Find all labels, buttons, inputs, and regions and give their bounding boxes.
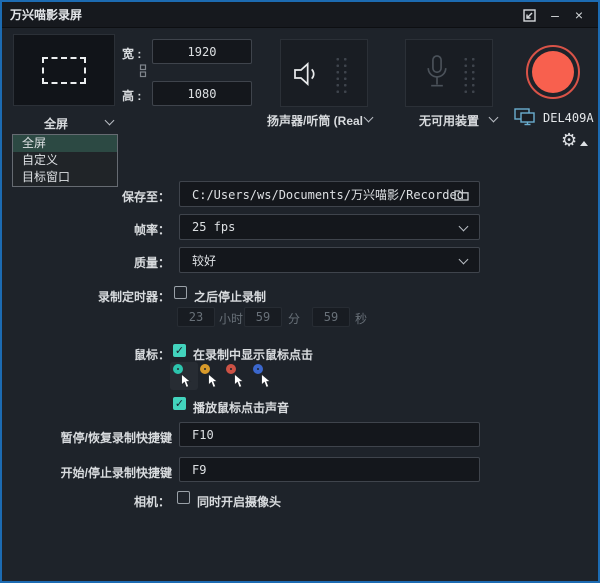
fullscreen-region-icon	[42, 57, 86, 84]
timer-hours-unit: 小时	[219, 310, 243, 327]
microphone-icon	[423, 53, 451, 95]
timer-seconds-input[interactable]: 59	[312, 307, 350, 327]
width-input[interactable]: 1920	[152, 39, 252, 64]
speaker-icon	[291, 59, 323, 89]
record-button[interactable]	[526, 45, 580, 99]
camera-checkbox[interactable]	[177, 491, 190, 504]
collapse-arrow-icon[interactable]	[580, 141, 588, 146]
compact-mode-button[interactable]	[518, 2, 540, 28]
timer-label: 录制定时器：	[2, 288, 170, 305]
pause-hotkey-input[interactable]: F10	[179, 422, 480, 447]
menu-item-custom[interactable]: 自定义	[13, 152, 117, 169]
mouse-sound-checkbox[interactable]: ✓	[173, 397, 186, 410]
quality-select[interactable]: 较好	[179, 247, 480, 273]
pause-hotkey-label: 暂停/恢复录制快捷键	[2, 429, 172, 446]
mouse-show-clicks-label: 在录制中显示鼠标点击	[193, 346, 313, 363]
settings-gear-icon[interactable]: ⚙	[561, 130, 577, 151]
close-button[interactable]: ×	[568, 2, 590, 28]
quality-label: 质量：	[2, 254, 170, 271]
cursor-style-red[interactable]	[223, 362, 251, 390]
start-hotkey-label: 开始/停止录制快捷键	[2, 464, 172, 481]
speaker-chevron-down-icon[interactable]	[364, 113, 374, 123]
minimize-button[interactable]: –	[544, 2, 566, 28]
monitor-icon	[514, 108, 537, 126]
start-hotkey-value: F9	[192, 463, 206, 477]
timer-seconds-value: 59	[324, 310, 338, 324]
mouse-sound-label: 播放鼠标点击声音	[193, 399, 289, 416]
title-bar: 万兴喵影录屏	[2, 2, 598, 28]
camera-checkbox-label: 同时开启摄像头	[197, 493, 281, 510]
cursor-style-orange[interactable]	[197, 362, 225, 390]
speaker-device-label: 扬声器/听筒 (Real	[267, 112, 363, 129]
cursor-arrow-icon	[260, 373, 272, 389]
microphone-chevron-down-icon[interactable]	[489, 113, 499, 123]
record-button-inner	[532, 51, 574, 93]
width-value: 1920	[188, 45, 217, 59]
timer-hours-value: 23	[189, 310, 203, 324]
check-icon: ✓	[175, 344, 184, 357]
height-input[interactable]: 1080	[152, 81, 252, 106]
app-window: 万兴喵影录屏 – × 全屏 全屏 自定义 目标窗口 宽 : 1920 高 : 1…	[0, 0, 600, 583]
timer-minutes-value: 59	[256, 310, 270, 324]
mouse-label: 鼠标：	[2, 346, 170, 363]
menu-item-target-window[interactable]: 目标窗口	[13, 169, 117, 186]
check-icon: ✓	[175, 397, 184, 410]
menu-item-fullscreen[interactable]: 全屏	[13, 135, 117, 152]
microphone-device-label: 无可用装置	[419, 112, 479, 129]
fps-label: 帧率：	[2, 221, 170, 238]
quality-value: 较好	[192, 252, 216, 269]
speaker-button[interactable]	[280, 39, 368, 107]
camera-label: 相机：	[2, 493, 170, 510]
height-value: 1080	[188, 87, 217, 101]
record-device-label: DEL409A	[543, 111, 594, 125]
microphone-button[interactable]	[405, 39, 493, 107]
timer-minutes-unit: 分	[288, 310, 300, 327]
cursor-arrow-icon	[207, 373, 219, 389]
save-label: 保存至：	[2, 188, 170, 205]
microphone-level-meter	[462, 56, 477, 96]
window-title: 万兴喵影录屏	[10, 6, 82, 23]
timer-stop-checkbox-label: 之后停止录制	[194, 288, 266, 305]
chevron-down-icon	[105, 116, 115, 126]
capture-mode-value: 全屏	[10, 115, 102, 132]
height-label: 高 :	[122, 87, 141, 104]
speaker-level-meter	[334, 56, 349, 96]
folder-icon[interactable]	[454, 189, 469, 201]
cursor-arrow-icon	[233, 373, 245, 389]
fps-chevron-down-icon	[459, 222, 469, 232]
start-hotkey-input[interactable]: F9	[179, 457, 480, 482]
link-dimensions-icon[interactable]	[139, 64, 147, 81]
capture-area-preview[interactable]	[13, 34, 115, 106]
timer-seconds-unit: 秒	[355, 310, 367, 327]
cursor-style-teal[interactable]	[170, 362, 198, 390]
cursor-arrow-icon	[180, 373, 192, 389]
fps-select[interactable]: 25 fps	[179, 214, 480, 240]
width-label: 宽 :	[122, 45, 141, 62]
mouse-show-clicks-checkbox[interactable]: ✓	[173, 344, 186, 357]
capture-mode-menu: 全屏 自定义 目标窗口	[12, 134, 118, 187]
pause-hotkey-value: F10	[192, 428, 214, 442]
timer-stop-checkbox[interactable]	[174, 286, 187, 299]
cursor-style-blue[interactable]	[250, 362, 278, 390]
capture-mode-select[interactable]: 全屏	[10, 113, 116, 133]
fps-value: 25 fps	[192, 220, 235, 234]
save-path-input[interactable]: C:/Users/ws/Documents/万兴喵影/Recorded	[179, 181, 480, 207]
compact-mode-icon	[523, 9, 536, 22]
timer-minutes-input[interactable]: 59	[244, 307, 282, 327]
save-path-value: C:/Users/ws/Documents/万兴喵影/Recorded	[192, 186, 464, 203]
quality-chevron-down-icon	[459, 255, 469, 265]
timer-hours-input[interactable]: 23	[177, 307, 215, 327]
